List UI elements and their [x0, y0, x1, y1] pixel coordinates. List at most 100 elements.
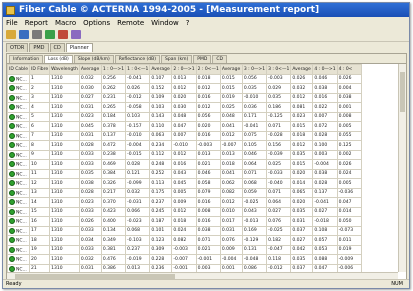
table-cell[interactable]: 0.023: [290, 111, 314, 122]
table-cell[interactable]: -0.010: [171, 140, 197, 151]
menu-macro[interactable]: Macro: [55, 19, 76, 27]
tab-pmd[interactable]: PMD: [29, 43, 49, 52]
table-cell[interactable]: 0.031: [78, 263, 102, 272]
vertical-scrollbar[interactable]: [398, 64, 406, 272]
table-cell[interactable]: 0.079: [195, 187, 221, 198]
table-cell[interactable]: -0.041: [241, 121, 268, 132]
table-cell[interactable]: 0.012: [290, 140, 314, 151]
cable-id-cell[interactable]: NC...: [7, 187, 30, 198]
cable-id-cell[interactable]: NC...: [7, 225, 30, 236]
table-cell[interactable]: 0.001: [336, 102, 362, 113]
table-cell[interactable]: 0.038: [312, 168, 338, 179]
table-cell[interactable]: 0.237: [125, 244, 151, 255]
table-cell[interactable]: 0.038: [336, 92, 362, 103]
table-cell[interactable]: 0.020: [195, 121, 221, 132]
table-cell[interactable]: 0.262: [100, 83, 127, 94]
table-cell[interactable]: 0.025: [266, 159, 292, 170]
table-cell[interactable]: 0.045: [78, 121, 102, 132]
table-cell[interactable]: 0.058: [195, 178, 221, 189]
subtab-reflectance[interactable]: Reflectance (dB): [114, 55, 160, 63]
table-cell[interactable]: -0.010: [241, 92, 268, 103]
table-cell[interactable]: 0.015: [290, 121, 314, 132]
table-cell[interactable]: 0.035: [78, 168, 102, 179]
table-cell[interactable]: -0.040: [266, 178, 292, 189]
help-icon[interactable]: [71, 30, 81, 39]
save-icon[interactable]: [19, 30, 29, 39]
table-cell[interactable]: 0.050: [336, 216, 362, 227]
table-cell[interactable]: 1310: [49, 83, 80, 94]
table-cell[interactable]: 0.026: [78, 216, 102, 227]
table-cell[interactable]: 0.059: [241, 187, 268, 198]
table-cell[interactable]: 0.171: [241, 111, 268, 122]
table-cell[interactable]: 0.035: [290, 206, 314, 217]
table-cell[interactable]: 0.026: [125, 83, 151, 94]
table-cell[interactable]: 1310: [49, 206, 80, 217]
table-cell[interactable]: -0.103: [125, 235, 151, 246]
table-cell[interactable]: 0.013: [219, 149, 243, 160]
table-cell[interactable]: 0.020: [290, 168, 314, 179]
fibre-id-cell[interactable]: 3: [28, 92, 51, 103]
table-cell[interactable]: 0.110: [149, 121, 173, 132]
table-cell[interactable]: 0.386: [100, 263, 127, 272]
fibre-id-cell[interactable]: 8: [28, 140, 51, 151]
table-cell[interactable]: -0.001: [171, 263, 197, 272]
table-cell[interactable]: 0.071: [266, 187, 292, 198]
table-cell[interactable]: 0.046: [195, 168, 221, 179]
table-cell[interactable]: 0.027: [266, 206, 292, 217]
table-cell[interactable]: 0.046: [312, 73, 338, 84]
table-cell[interactable]: 0.064: [266, 197, 292, 208]
table-cell[interactable]: 0.027: [78, 92, 102, 103]
table-cell[interactable]: -0.001: [195, 254, 221, 265]
table-cell[interactable]: 0.055: [336, 130, 362, 141]
table-cell[interactable]: 0.245: [149, 206, 173, 217]
table-cell[interactable]: 0.028: [78, 140, 102, 151]
table-cell[interactable]: 0.228: [149, 254, 173, 265]
table-cell[interactable]: 0.187: [149, 216, 173, 227]
table-row[interactable]: NC... 15 1310 0.033 0.423 0.066 0.245 0.012 0.00…: [7, 206, 362, 217]
measure-icon[interactable]: [45, 30, 55, 39]
table-cell[interactable]: 0.035: [290, 149, 314, 160]
table-cell[interactable]: 0.048: [171, 111, 197, 122]
table-cell[interactable]: 1310: [49, 235, 80, 246]
table-cell[interactable]: 0.024: [171, 225, 197, 236]
subtab-information[interactable]: Information: [9, 55, 44, 63]
table-cell[interactable]: 0.384: [100, 168, 127, 179]
table-cell[interactable]: 0.033: [78, 149, 102, 160]
table-cell[interactable]: 0.015: [219, 73, 243, 84]
table-cell[interactable]: 0.011: [336, 235, 362, 246]
table-cell[interactable]: 1310: [49, 121, 80, 132]
fibre-id-cell[interactable]: 11: [28, 168, 51, 179]
table-cell[interactable]: 0.031: [78, 130, 102, 141]
table-row[interactable]: NC... 12 1310 0.038 0.326 -0.099 0.113 0.045 0.0…: [7, 178, 362, 189]
table-cell[interactable]: -0.004: [219, 254, 243, 265]
table-row[interactable]: NC... 9 1310 0.033 0.238 -0.015 0.112 0.012 0.01…: [7, 149, 362, 160]
table-cell[interactable]: -0.003: [171, 244, 197, 255]
table-cell[interactable]: 0.019: [219, 92, 243, 103]
fibre-id-cell[interactable]: 16: [28, 216, 51, 227]
table-cell[interactable]: 0.016: [195, 130, 221, 141]
table-cell[interactable]: 0.032: [290, 83, 314, 94]
cable-id-cell[interactable]: NC...: [7, 92, 30, 103]
table-cell[interactable]: 0.012: [195, 83, 221, 94]
table-cell[interactable]: -0.047: [266, 244, 292, 255]
table-cell[interactable]: 0.012: [171, 149, 197, 160]
table-cell[interactable]: 0.378: [100, 121, 127, 132]
table-cell[interactable]: 0.028: [125, 159, 151, 170]
subtab-span[interactable]: Span (km): [161, 55, 193, 63]
table-cell[interactable]: 0.062: [219, 178, 243, 189]
cable-id-cell[interactable]: NC...: [7, 130, 30, 141]
table-row[interactable]: NC... 16 1310 0.026 0.400 -0.023 0.187 0.018 0.0…: [7, 216, 362, 227]
table-row[interactable]: NC... 5 1310 0.023 0.184 0.103 0.143 0.048 0.056…: [7, 111, 362, 122]
table-cell[interactable]: 0.047: [312, 263, 338, 272]
table-cell[interactable]: 0.028: [312, 178, 338, 189]
table-cell[interactable]: 0.016: [195, 197, 221, 208]
table-cell[interactable]: 0.081: [290, 102, 314, 113]
table-cell[interactable]: 0.057: [312, 235, 338, 246]
table-cell[interactable]: -0.010: [125, 130, 151, 141]
settings-icon[interactable]: [58, 30, 68, 39]
open-icon[interactable]: [6, 30, 16, 39]
table-cell[interactable]: 0.013: [171, 73, 197, 84]
table-row[interactable]: NC... 14 1310 0.023 0.370 -0.031 0.237 0.009 0.0…: [7, 197, 362, 208]
column-header[interactable]: 4 : 0—>1: [312, 64, 338, 75]
table-cell[interactable]: -0.041: [125, 73, 151, 84]
